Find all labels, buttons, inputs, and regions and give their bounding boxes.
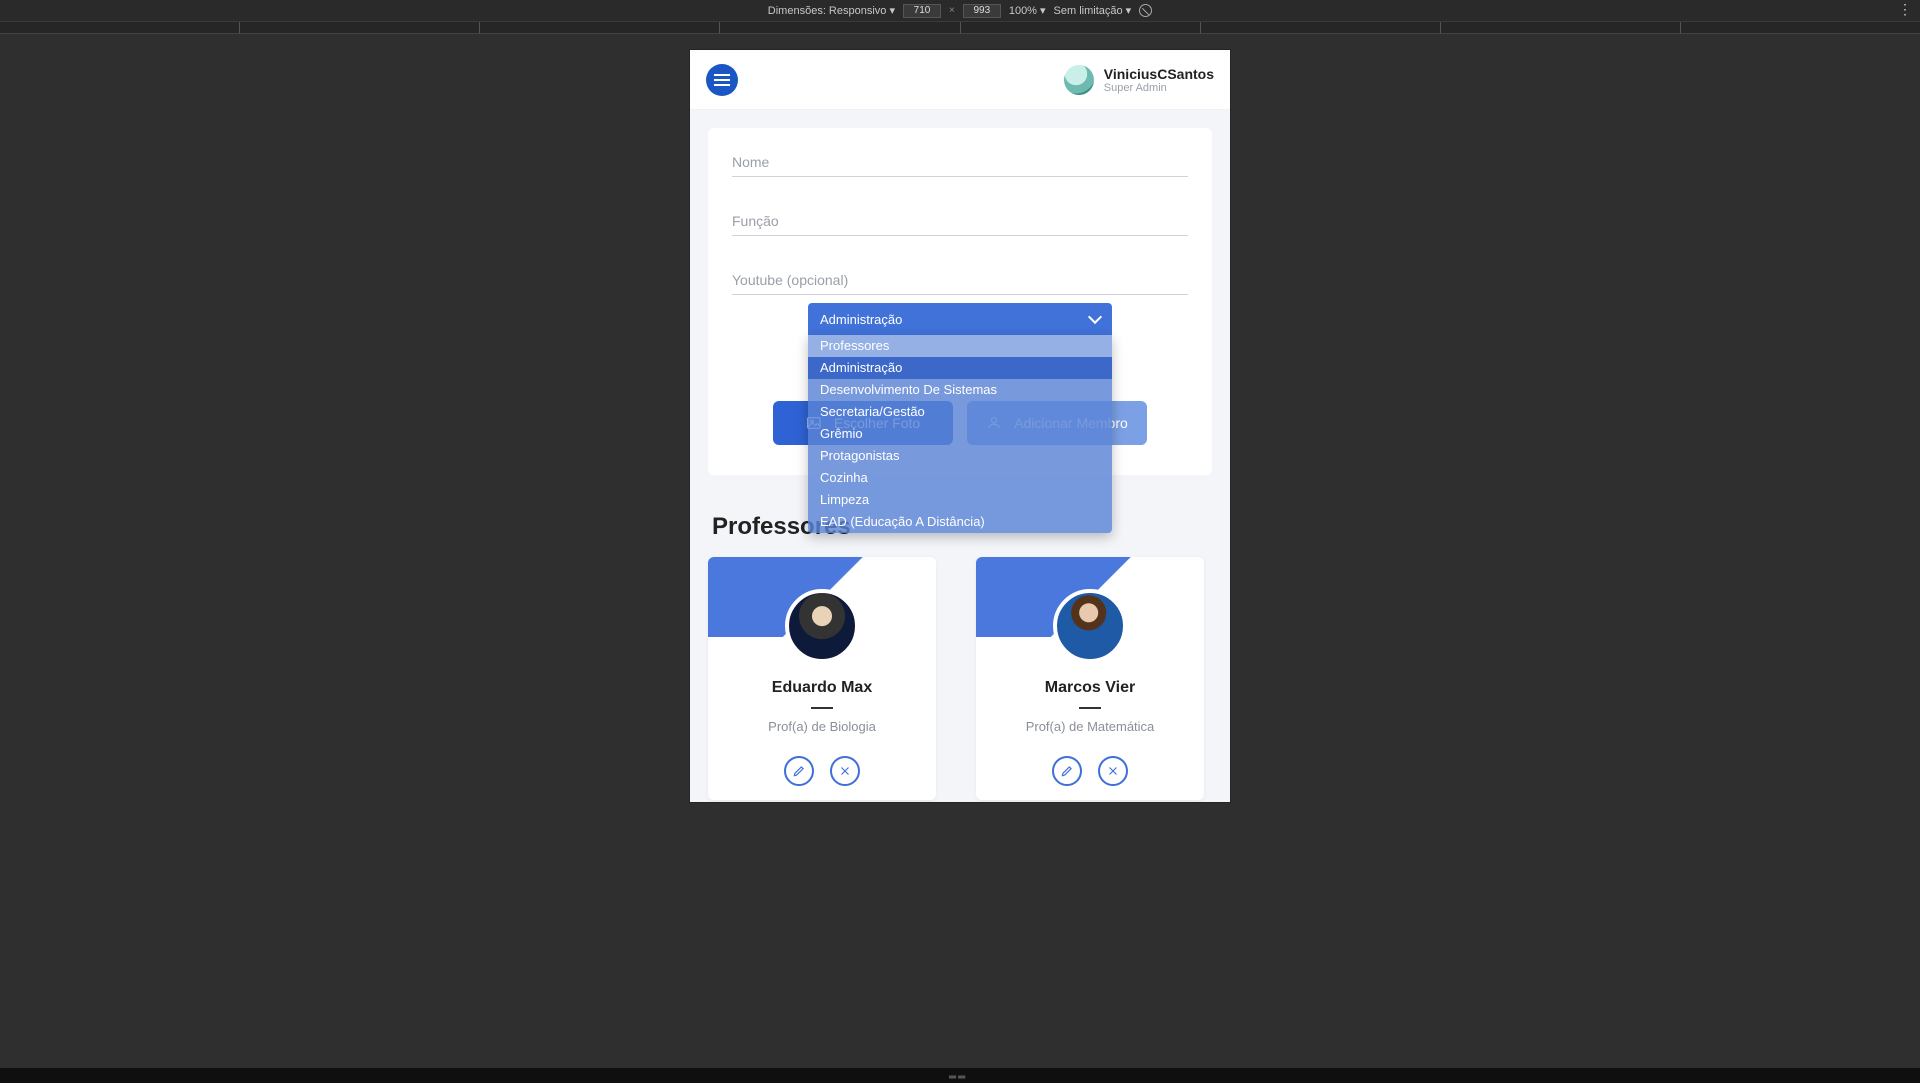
- field-youtube: [732, 264, 1188, 295]
- kebab-menu-icon[interactable]: ⋮: [1898, 4, 1912, 14]
- device-height-input[interactable]: [963, 4, 1001, 18]
- chevron-down-icon: [1088, 310, 1102, 324]
- delete-button[interactable]: [830, 756, 860, 786]
- device-height-drag-handle[interactable]: ══: [949, 1072, 971, 1078]
- no-orientation-icon[interactable]: [1139, 4, 1152, 17]
- pencil-icon: [1060, 764, 1074, 778]
- devtools-responsive-bar: Dimensões: Responsivo ▾ × 100% ▾ Sem lim…: [0, 0, 1920, 22]
- professor-role: Prof(a) de Matemática: [1026, 719, 1155, 734]
- devtools-controls: Dimensões: Responsivo ▾ × 100% ▾ Sem lim…: [768, 4, 1152, 18]
- close-icon: [838, 764, 852, 778]
- option-administracao[interactable]: Administração: [808, 357, 1112, 379]
- professor-card: Marcos Vier Prof(a) de Matemática: [976, 557, 1204, 800]
- card-actions: [784, 756, 860, 786]
- category-select-wrap: Administração Professores Administração …: [732, 303, 1188, 335]
- hamburger-icon: [714, 79, 730, 81]
- option-ead[interactable]: EAD (Educação A Distância): [808, 511, 1112, 533]
- add-member-form-card: Administração Professores Administração …: [708, 128, 1212, 475]
- card-separator: [1079, 707, 1101, 709]
- option-gremio[interactable]: Grêmio: [808, 423, 1112, 445]
- close-icon: [1106, 764, 1120, 778]
- user-role: Super Admin: [1104, 82, 1167, 94]
- nome-input[interactable]: [732, 146, 1188, 177]
- option-cozinha[interactable]: Cozinha: [808, 467, 1112, 489]
- dimensions-x: ×: [949, 5, 955, 16]
- responsive-device-frame: ViniciusCSantos Super Admin: [690, 50, 1230, 802]
- field-nome: [732, 146, 1188, 177]
- edit-button[interactable]: [784, 756, 814, 786]
- professor-role: Prof(a) de Biologia: [768, 719, 876, 734]
- field-funcao: [732, 205, 1188, 236]
- zoom-dropdown[interactable]: 100% ▾: [1009, 4, 1046, 17]
- professor-card: Eduardo Max Prof(a) de Biologia: [708, 557, 936, 800]
- delete-button[interactable]: [1098, 756, 1128, 786]
- edit-button[interactable]: [1052, 756, 1082, 786]
- devtools-ruler: [0, 22, 1920, 34]
- option-professores[interactable]: Professores: [808, 335, 1112, 357]
- avatar: [1064, 65, 1094, 95]
- pencil-icon: [792, 764, 806, 778]
- option-secretaria[interactable]: Secretaria/Gestão: [808, 401, 1112, 423]
- professor-photo: [1053, 589, 1127, 663]
- funcao-input[interactable]: [732, 205, 1188, 236]
- category-select-value: Administração: [820, 312, 902, 327]
- current-user-block[interactable]: ViniciusCSantos Super Admin: [1064, 65, 1214, 95]
- option-protagonistas[interactable]: Protagonistas: [808, 445, 1112, 467]
- professors-row: Eduardo Max Prof(a) de Biologia: [708, 557, 1212, 800]
- app-body: Administração Professores Administração …: [690, 110, 1230, 802]
- dimensions-label[interactable]: Dimensões: Responsivo ▾: [768, 4, 895, 17]
- professor-photo: [785, 589, 859, 663]
- option-limpeza[interactable]: Limpeza: [808, 489, 1112, 511]
- option-dev-sistemas[interactable]: Desenvolvimento De Sistemas: [808, 379, 1112, 401]
- throttle-dropdown[interactable]: Sem limitação ▾: [1054, 4, 1132, 17]
- category-dropdown-list: Professores Administração Desenvolviment…: [808, 335, 1112, 533]
- device-width-input[interactable]: [903, 4, 941, 18]
- youtube-input[interactable]: [732, 264, 1188, 295]
- category-select: Administração Professores Administração …: [808, 303, 1112, 335]
- user-text: ViniciusCSantos Super Admin: [1104, 66, 1214, 94]
- user-name: ViniciusCSantos: [1104, 66, 1214, 82]
- hamburger-menu-button[interactable]: [706, 64, 738, 96]
- professor-name: Marcos Vier: [1045, 679, 1135, 697]
- device-stage: ViniciusCSantos Super Admin: [0, 34, 1920, 1068]
- app-header: ViniciusCSantos Super Admin: [690, 50, 1230, 110]
- card-actions: [1052, 756, 1128, 786]
- card-separator: [811, 707, 833, 709]
- professor-name: Eduardo Max: [772, 679, 872, 697]
- category-select-button[interactable]: Administração: [808, 303, 1112, 335]
